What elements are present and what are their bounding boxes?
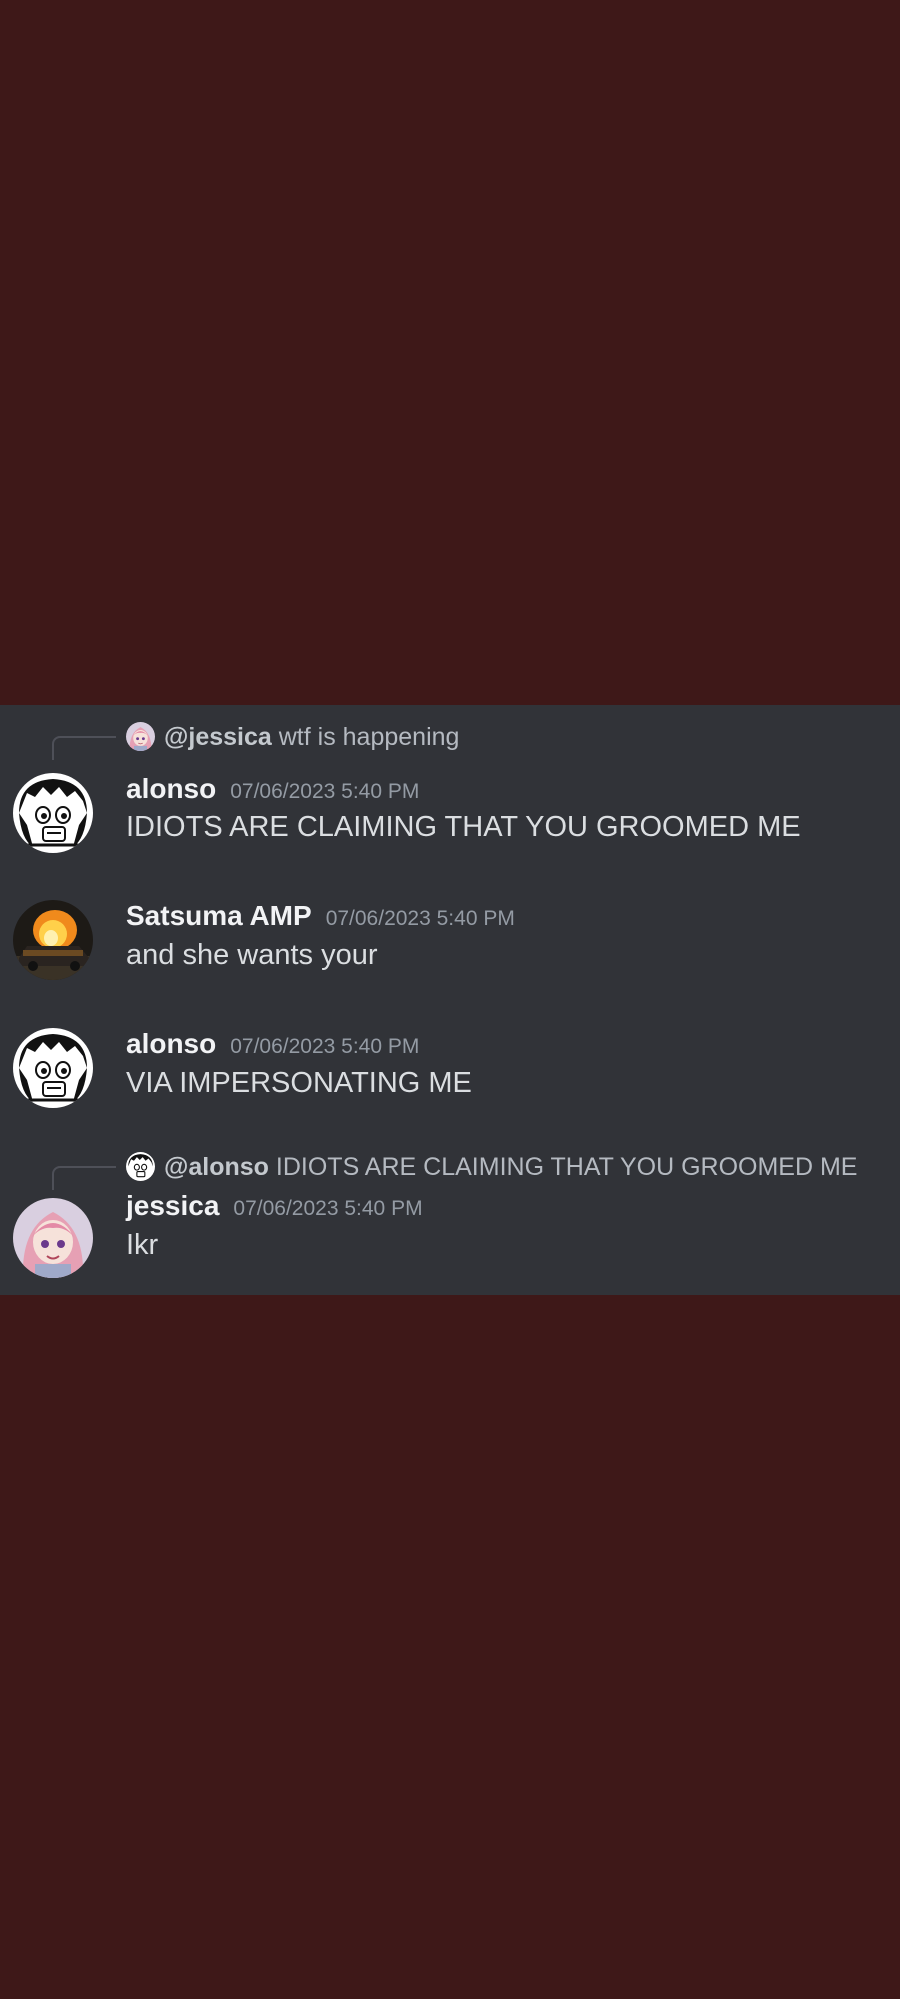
message-header: alonso 07/06/2023 5:40 PM	[126, 1027, 419, 1064]
burning-car-avatar-icon[interactable]	[13, 900, 93, 980]
message-item[interactable]: alonso 07/06/2023 5:40 PM VIA IMPERSONATI…	[0, 1021, 900, 1111]
timestamp: 07/06/2023 5:40 PM	[230, 1035, 420, 1058]
chat-panel: @jessica wtf is happening alonso 07/06/20…	[0, 705, 900, 1295]
anime-girl-avatar-icon[interactable]	[13, 1198, 93, 1278]
timestamp: 07/06/2023 5:40 PM	[233, 1197, 423, 1220]
username[interactable]: Satsuma AMP	[126, 900, 312, 931]
message-text: IDIOTS ARE CLAIMING THAT YOU GROOMED ME	[126, 811, 801, 843]
message-header: jessica 07/06/2023 5:40 PM	[126, 1189, 423, 1226]
cartoon-face-avatar-icon	[126, 1152, 155, 1181]
message-header: Satsuma AMP 07/06/2023 5:40 PM	[126, 899, 515, 936]
message-item[interactable]: Satsuma AMP 07/06/2023 5:40 PM and she wa…	[0, 893, 900, 983]
username[interactable]: alonso	[126, 1028, 216, 1059]
cartoon-face-avatar-icon[interactable]	[13, 773, 93, 853]
username[interactable]: jessica	[126, 1190, 219, 1221]
message-text: VIA IMPERSONATING ME	[126, 1067, 472, 1099]
reply-text: @alonso IDIOTS ARE CLAIMING THAT YOU GRO…	[164, 1152, 857, 1182]
message-header: alonso 07/06/2023 5:40 PM	[126, 772, 419, 809]
anime-girl-avatar-icon	[126, 722, 155, 751]
message-text: Ikr	[126, 1229, 159, 1261]
reply-preview[interactable]: @alonso IDIOTS ARE CLAIMING THAT YOU GRO…	[0, 1149, 900, 1190]
reply-spine	[52, 736, 116, 760]
message-item[interactable]: @jessica wtf is happening alonso 07/06/20…	[0, 719, 900, 853]
reply-mention[interactable]: @alonso	[164, 1153, 269, 1181]
timestamp: 07/06/2023 5:40 PM	[230, 780, 420, 803]
reply-snippet: IDIOTS ARE CLAIMING THAT YOU GROOMED ME	[275, 1153, 858, 1181]
username[interactable]: alonso	[126, 773, 216, 804]
reply-snippet: wtf is happening	[278, 723, 460, 751]
message-text: and she wants your	[126, 939, 378, 971]
message-item[interactable]: @alonso IDIOTS ARE CLAIMING THAT YOU GRO…	[0, 1149, 900, 1289]
timestamp: 07/06/2023 5:40 PM	[325, 907, 515, 930]
cartoon-face-avatar-icon[interactable]	[13, 1028, 93, 1108]
reply-spine	[52, 1166, 116, 1190]
reply-mention[interactable]: @jessica	[164, 723, 272, 751]
reply-text: @jessica wtf is happening	[164, 722, 459, 752]
reply-preview[interactable]: @jessica wtf is happening	[0, 719, 900, 760]
